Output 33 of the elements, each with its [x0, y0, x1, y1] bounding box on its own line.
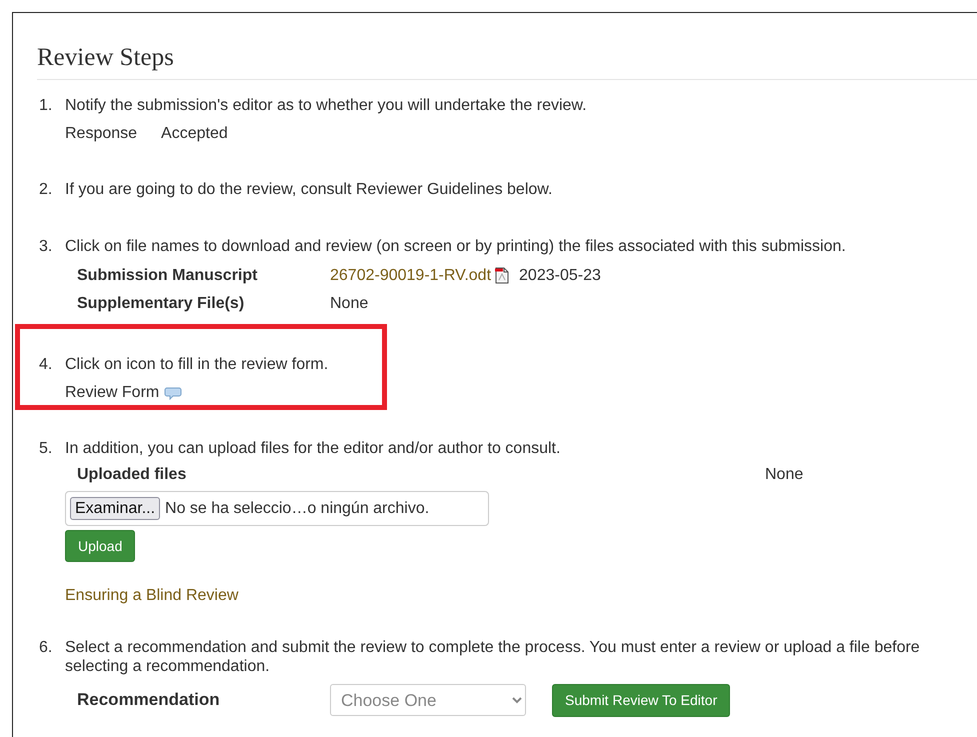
- field-label: Response: [65, 124, 138, 144]
- step-instruction: Notify the submission's editor as to whether you will undertake the review.: [65, 96, 588, 116]
- step-instruction: In addition, you can upload files for the editor and/or author to consult.: [65, 439, 562, 458]
- file-date: 2023-05-23: [519, 266, 601, 286]
- blind-review-link[interactable]: Ensuring a Blind Review: [65, 587, 238, 604]
- step-number: 5.: [38, 439, 54, 460]
- step-instruction: If you are going to do the review, consult Reviewer Guidelines below.: [65, 180, 554, 200]
- step-instruction: Select a recommendation and submit the review to complete the process. You must enter a review or upload a file before selecting a recommendation.: [65, 638, 921, 676]
- file-input[interactable]: Examinar... No se ha seleccio…o ningún archivo.: [65, 490, 489, 526]
- step-number: 4.: [38, 354, 54, 375]
- file-link[interactable]: 26702-90019-1-RV.odt: [330, 266, 492, 286]
- document-icon[interactable]: [495, 267, 510, 284]
- step-number: 2.: [38, 180, 54, 200]
- recommendation-select[interactable]: Choose One: [330, 684, 526, 716]
- step-instruction: Click on file names to download and review (on screen or by printing) the files associated with this submission.: [65, 236, 847, 256]
- field-label: Supplementary File(s): [76, 294, 246, 314]
- speech-bubble-icon[interactable]: [164, 386, 182, 400]
- field-value: Accepted: [161, 124, 228, 144]
- browse-button[interactable]: Examinar...: [70, 496, 160, 520]
- review-form-label: Review Form: [65, 382, 160, 402]
- upload-button[interactable]: Upload: [65, 530, 136, 562]
- field-label: Recommendation: [76, 690, 221, 711]
- field-label: Submission Manuscript: [76, 266, 258, 286]
- section-heading: Review Steps: [37, 43, 977, 80]
- file-status-text: No se ha seleccio…o ningún archivo.: [165, 498, 430, 518]
- field-value: None: [765, 465, 804, 484]
- step-number: 1.: [38, 96, 54, 116]
- step-number: 3.: [38, 236, 54, 257]
- step-instruction: Click on icon to fill in the review form.: [65, 354, 330, 374]
- step-number: 6.: [38, 638, 54, 658]
- field-value: None: [330, 294, 368, 314]
- submit-button[interactable]: Submit Review To Editor: [552, 684, 730, 717]
- field-label: Uploaded files: [76, 465, 188, 484]
